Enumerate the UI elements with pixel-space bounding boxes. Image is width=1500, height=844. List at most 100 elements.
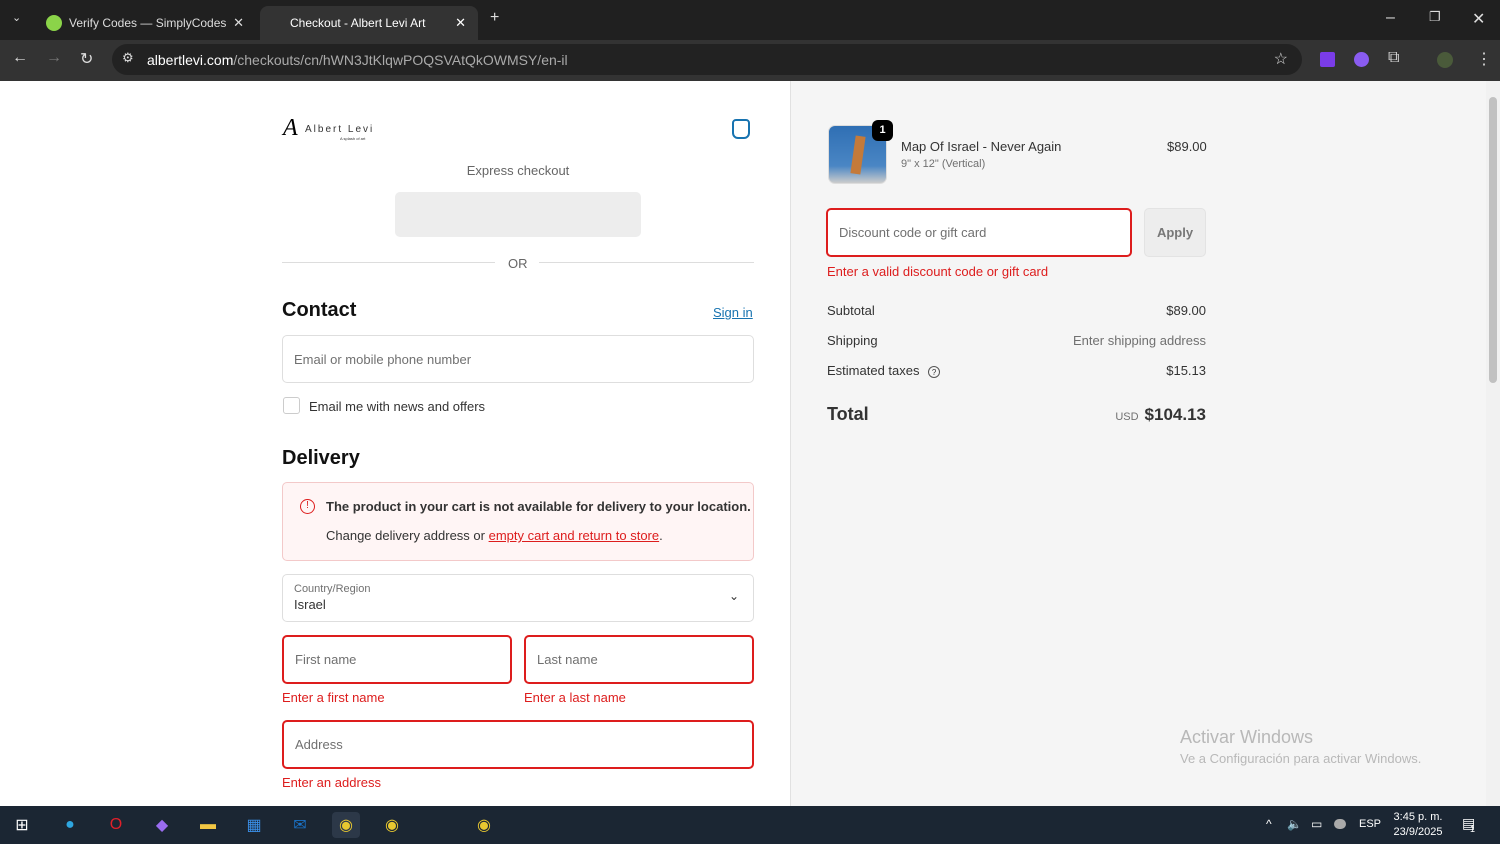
help-icon[interactable]: ? [928, 366, 941, 378]
store-icon[interactable]: ▦ [240, 812, 268, 838]
address-placeholder: Address [295, 737, 343, 752]
checkout-main: A Albert Levi A splash of art Express ch… [0, 81, 790, 806]
subtotal-label: Subtotal [827, 303, 875, 318]
windows-watermark-title: Activar Windows [1180, 727, 1314, 747]
logo-name: Albert Levi [305, 124, 375, 135]
last-name-placeholder: Last name [537, 652, 598, 667]
extensions-puzzle-icon[interactable]: ⧉ [1388, 49, 1399, 67]
chevron-down-icon: ⌄ [728, 589, 739, 603]
volume-icon[interactable]: 🔈 [1287, 817, 1302, 831]
bookmark-star-icon[interactable]: ☆ [1274, 49, 1288, 69]
sign-in-link[interactable]: Sign in [713, 305, 753, 320]
divider [282, 262, 495, 263]
chrome-icon[interactable]: ◉ [470, 812, 498, 838]
tab-title: Verify Codes — SimplyCodes [69, 16, 227, 30]
express-pay-button[interactable] [395, 192, 641, 237]
network-icon[interactable]: ▭ [1311, 817, 1322, 831]
taxes-value: $15.13 [1166, 363, 1206, 378]
site-info-icon[interactable]: ⚙ [122, 50, 134, 66]
address-input[interactable]: Address [282, 720, 754, 769]
tray-chevron-icon[interactable]: ^ [1266, 817, 1272, 831]
error-circle-icon: ! [300, 499, 315, 514]
apply-button[interactable]: Apply [1144, 208, 1206, 257]
file-explorer-icon[interactable]: ▬ [194, 812, 222, 838]
close-window-icon[interactable]: ✕ [1472, 9, 1485, 29]
windows-start-icon[interactable]: ⊞ [8, 812, 36, 838]
date: 23/9/2025 [1393, 826, 1443, 838]
tab-simplycodes[interactable]: Verify Codes — SimplyCodes ✕ [34, 6, 256, 40]
menu-kebab-icon[interactable]: ⋮ [1476, 49, 1492, 69]
time: 3:45 p. m. [1393, 811, 1443, 823]
empty-cart-link[interactable]: empty cart and return to store [489, 528, 660, 543]
alert-end: . [659, 528, 663, 543]
order-summary: 1 Map Of Israel - Never Again 9" x 12" (… [790, 81, 1486, 806]
discount-error: Enter a valid discount code or gift card [827, 264, 1049, 279]
total-value: $104.13 [1144, 405, 1206, 424]
tab-checkout[interactable]: Checkout - Albert Levi Art ✕ [260, 6, 478, 40]
restore-icon[interactable]: ❐ [1429, 9, 1441, 25]
outlook-icon[interactable]: ✉ [286, 812, 314, 838]
first-name-input[interactable]: First name [282, 635, 512, 684]
address-bar[interactable]: ⚙ albertlevi.com/checkouts/cn/hWN3JtKlqw… [112, 44, 1302, 75]
profile-avatar[interactable] [1437, 52, 1453, 68]
windows-watermark-sub: Ve a Configuración para activar Windows. [1180, 751, 1422, 766]
express-checkout-label: Express checkout [466, 163, 570, 178]
delivery-heading: Delivery [282, 447, 360, 469]
clock[interactable]: 3:45 p. m. 23/9/2025 [1388, 810, 1448, 840]
tab-search-chevron-icon[interactable]: ⌄ [12, 11, 21, 24]
country-select[interactable]: Country/Region Israel ⌄ [282, 574, 754, 622]
reload-icon[interactable]: ↻ [80, 49, 93, 69]
extension-icon[interactable] [1354, 52, 1369, 67]
contact-heading: Contact [282, 299, 357, 321]
delivery-alert: ! The product in your cart is not availa… [282, 482, 754, 561]
or-separator: OR [508, 256, 528, 271]
currency: USD [1115, 411, 1139, 423]
item-price: $89.00 [1167, 139, 1207, 154]
url-domain: albertlevi.com [147, 51, 234, 68]
quantity-badge: 1 [872, 120, 893, 141]
close-tab-icon[interactable]: ✕ [233, 15, 244, 31]
address-error: Enter an address [282, 775, 382, 790]
alert-text: Change delivery address or [326, 528, 489, 543]
total-row: Total USD $104.13 [827, 404, 1206, 425]
new-tab-icon[interactable]: + [490, 9, 499, 27]
taskbar: ⊞ ● O ◆ ▬ ▦ ✉ ◉ ◉ ◉ ^ 🔈 ▭ ESP 3:45 p. m.… [0, 806, 1500, 844]
copilot-icon[interactable]: ◆ [148, 812, 176, 838]
email-placeholder: Email or mobile phone number [294, 351, 472, 367]
shipping-value: Enter shipping address [1073, 333, 1206, 348]
notification-count: 1 [1470, 824, 1476, 834]
opera-icon[interactable]: O [102, 812, 130, 838]
scrollbar[interactable] [1486, 81, 1500, 806]
shipping-row: Shipping Enter shipping address [827, 333, 1206, 348]
total-label: Total [827, 404, 869, 424]
item-name: Map Of Israel - Never Again [901, 139, 1062, 154]
language-indicator[interactable]: ESP [1359, 818, 1381, 830]
albert-levi-logo[interactable]: A Albert Levi A splash of art [283, 115, 378, 143]
cart-bag-icon[interactable] [732, 119, 750, 139]
taxes-label: Estimated taxes [827, 363, 920, 378]
divider [539, 262, 754, 263]
last-name-error: Enter a last name [524, 690, 626, 705]
tab-title: Checkout - Albert Levi Art [290, 16, 426, 30]
country-label: Country/Region [294, 583, 371, 595]
scrollbar-thumb[interactable] [1489, 97, 1497, 383]
subtotal-value: $89.00 [1166, 303, 1206, 318]
onedrive-error-icon[interactable] [1334, 819, 1346, 829]
discount-input[interactable]: Discount code or gift card [826, 208, 1132, 257]
edge-icon[interactable]: ● [56, 812, 84, 838]
extension-icon[interactable] [1320, 52, 1335, 67]
tab-strip: ⌄ Verify Codes — SimplyCodes ✕ Checkout -… [0, 0, 1500, 40]
back-icon[interactable]: ← [12, 49, 28, 67]
close-tab-icon[interactable]: ✕ [455, 15, 466, 31]
minimize-icon[interactable]: – [1386, 9, 1395, 27]
newsletter-label: Email me with news and offers [309, 399, 486, 414]
email-field[interactable]: Email or mobile phone number [282, 335, 754, 383]
url-path: /checkouts/cn/hWN3JtKlqwPOQSVAtQkOWMSY/e… [233, 51, 568, 68]
last-name-input[interactable]: Last name [524, 635, 754, 684]
chrome-icon[interactable]: ◉ [378, 812, 406, 838]
newsletter-checkbox[interactable] [283, 397, 300, 414]
item-variant: 9" x 12" (Vertical) [901, 158, 986, 170]
first-name-placeholder: First name [295, 652, 357, 667]
chrome-icon[interactable]: ◉ [332, 812, 360, 838]
forward-icon[interactable]: → [46, 49, 62, 67]
